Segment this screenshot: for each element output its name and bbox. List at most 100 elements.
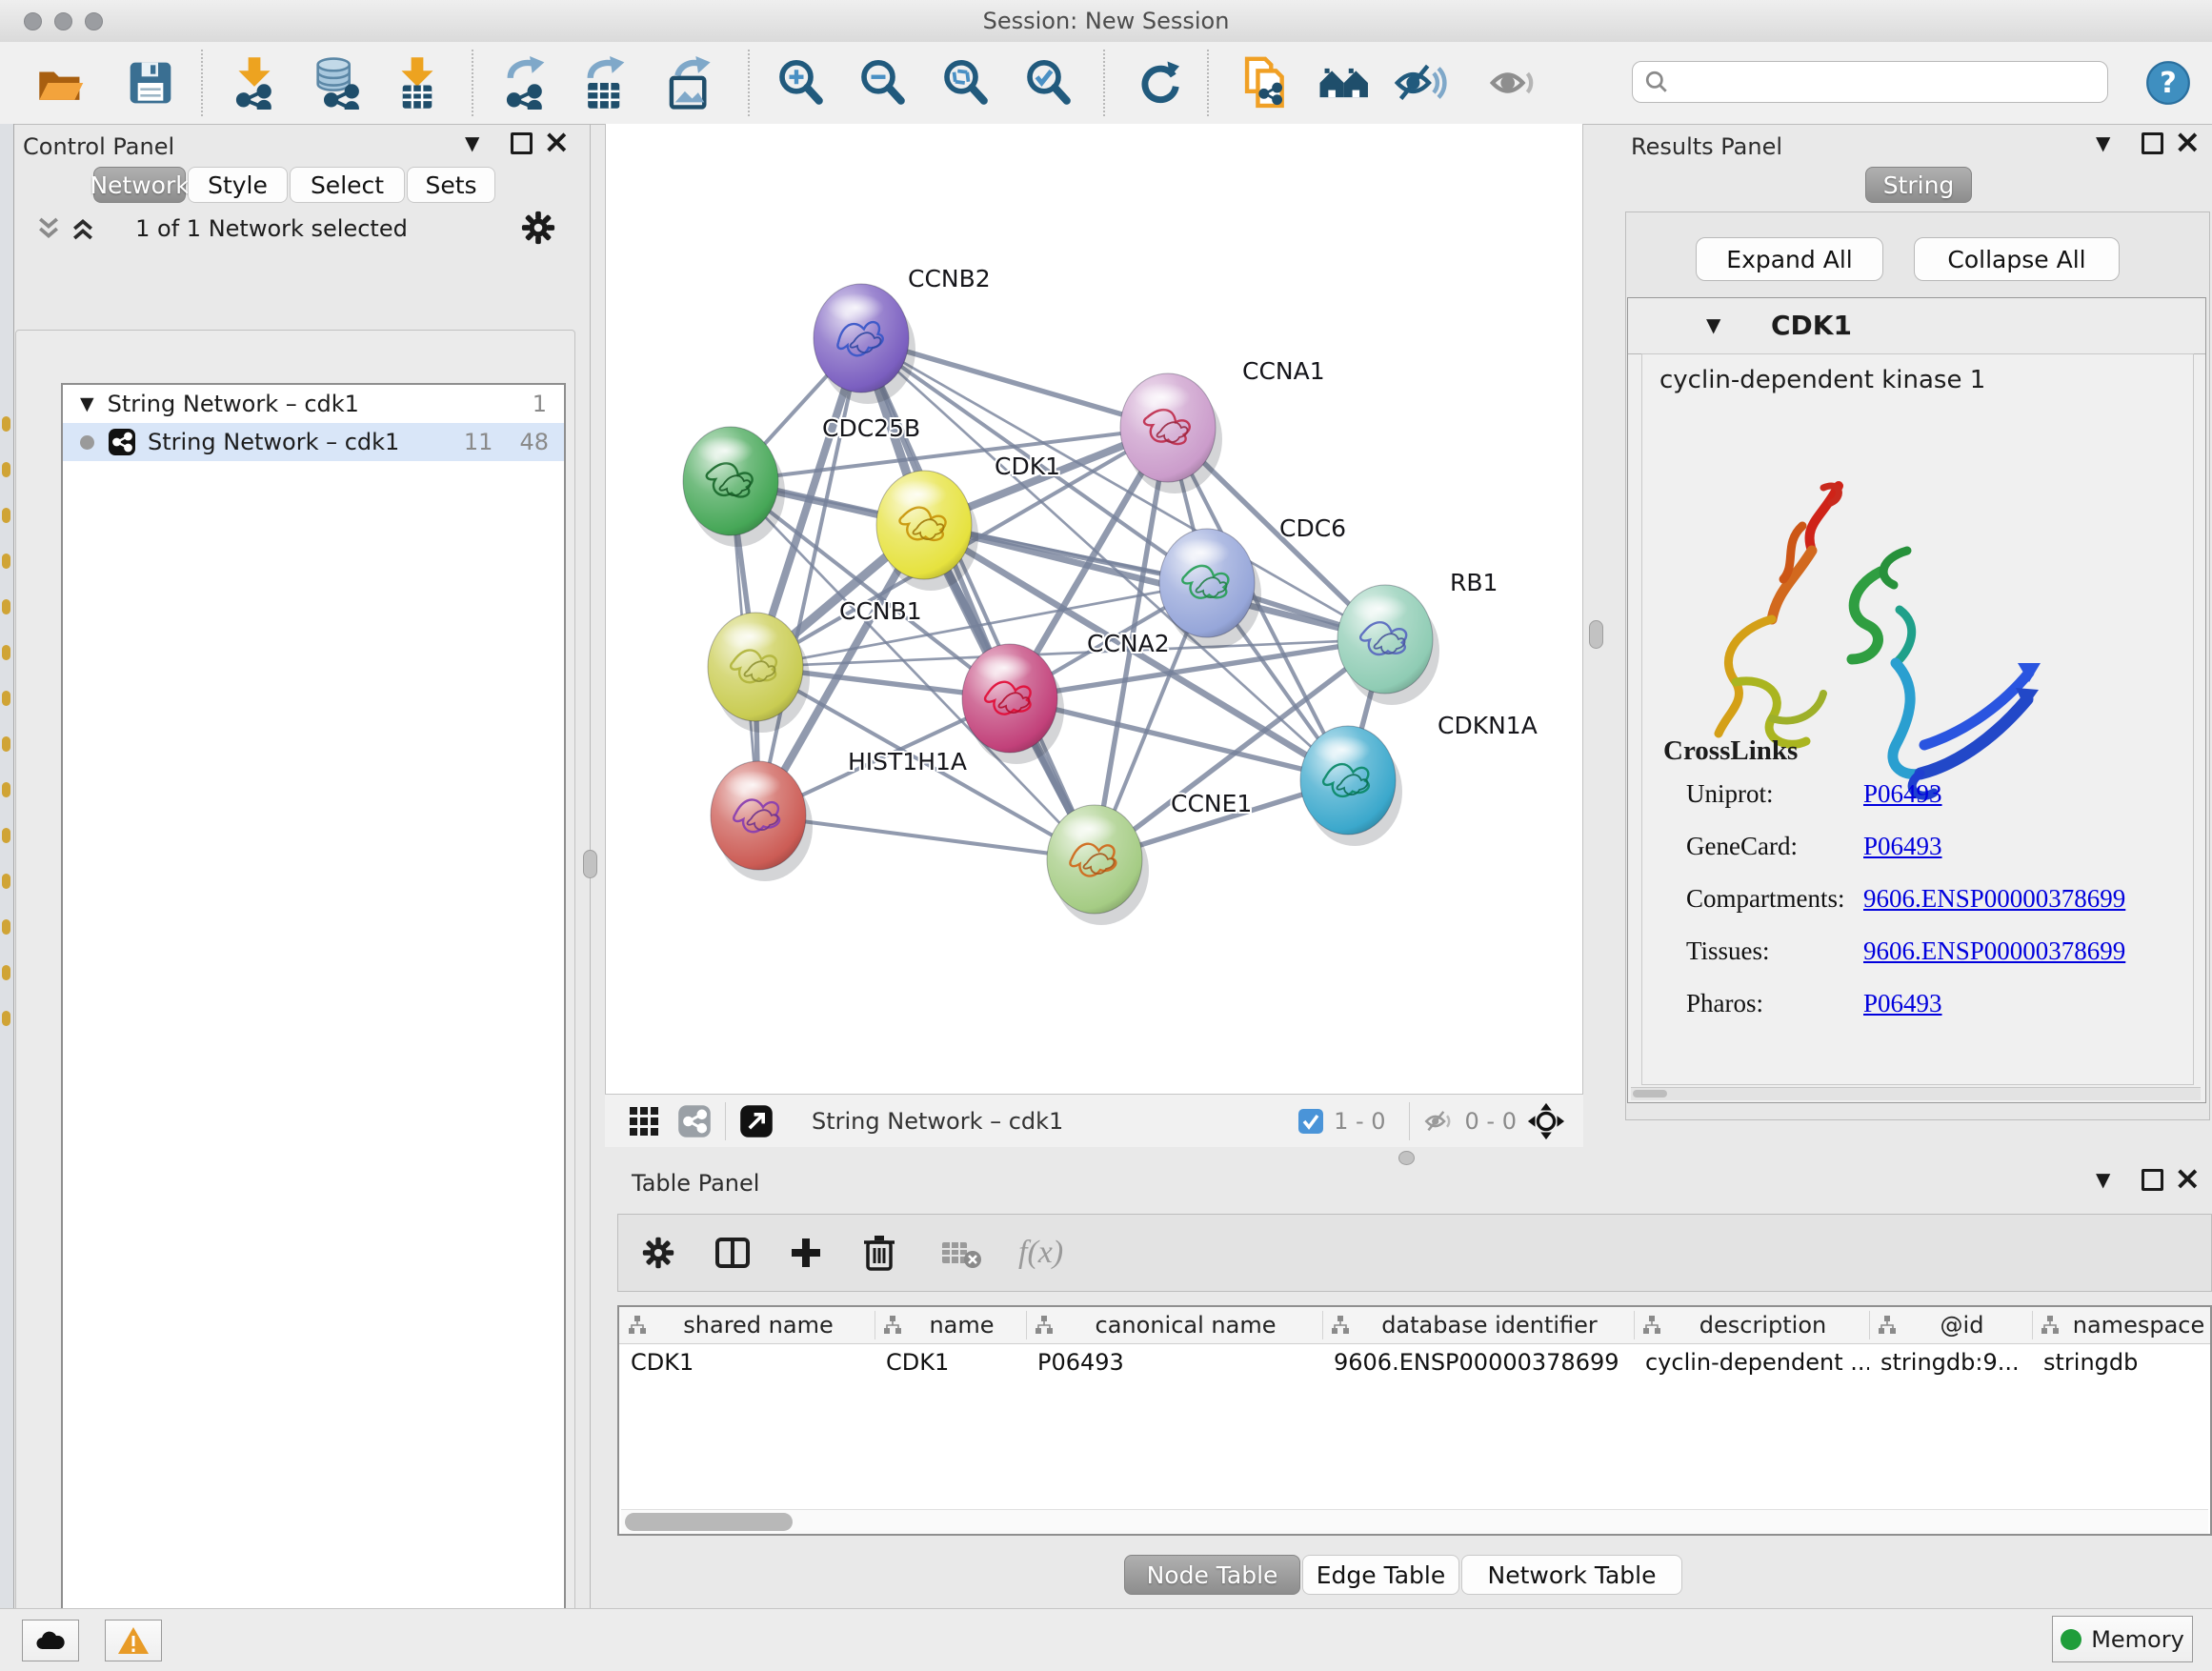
fit-content-button[interactable] bbox=[1526, 1101, 1566, 1141]
tab-network-table[interactable]: Network Table bbox=[1461, 1555, 1682, 1595]
network-node-cdk1[interactable] bbox=[876, 471, 978, 591]
column-header-namespace[interactable]: namespace bbox=[2032, 1307, 2212, 1343]
table-hscrollbar[interactable] bbox=[621, 1509, 2208, 1535]
table-options-button[interactable] bbox=[641, 1236, 675, 1270]
home-button[interactable] bbox=[1317, 51, 1374, 114]
network-node-ccna2[interactable] bbox=[962, 644, 1064, 764]
export-table-button[interactable] bbox=[576, 51, 633, 114]
open-in-window-button[interactable] bbox=[739, 1104, 774, 1138]
refresh-button[interactable] bbox=[1132, 51, 1189, 114]
column-divider[interactable] bbox=[1026, 1311, 1027, 1339]
show-all-button[interactable] bbox=[1486, 51, 1543, 114]
table-hscrollbar-thumb[interactable] bbox=[625, 1513, 793, 1531]
column-header-description[interactable]: description bbox=[1634, 1307, 1869, 1343]
results-panel-maximize-icon[interactable] bbox=[2142, 132, 2163, 154]
tab-sets[interactable]: Sets bbox=[407, 167, 495, 203]
section-collapse-icon[interactable]: ▼ bbox=[1706, 313, 1720, 336]
column-divider[interactable] bbox=[1869, 1311, 1870, 1339]
column-header-sharedname[interactable]: shared name bbox=[619, 1307, 875, 1343]
network-node-ccnb2[interactable] bbox=[814, 284, 915, 404]
hide-selected-button[interactable] bbox=[1392, 51, 1449, 114]
tab-style[interactable]: Style bbox=[188, 167, 288, 203]
import-network-database-button[interactable] bbox=[309, 51, 366, 114]
table-panel-maximize-icon[interactable] bbox=[2142, 1169, 2163, 1191]
network-node-cdc25b[interactable] bbox=[683, 427, 785, 547]
search-input[interactable] bbox=[1677, 70, 2090, 95]
column-header-databaseidentifier[interactable]: database identifier bbox=[1322, 1307, 1634, 1343]
zoom-in-button[interactable] bbox=[773, 51, 830, 114]
delete-column-button[interactable] bbox=[862, 1234, 896, 1272]
import-table-file-button[interactable] bbox=[389, 51, 446, 114]
delete-table-button[interactable] bbox=[940, 1237, 982, 1269]
zoom-out-button[interactable] bbox=[855, 51, 912, 114]
table-cell[interactable]: 9606.ENSP00000378699 bbox=[1322, 1343, 1634, 1381]
crosslink-link[interactable]: P06493 bbox=[1863, 779, 1942, 809]
results-panel-float-icon[interactable]: ▼ bbox=[2096, 133, 2110, 152]
network-node-cdc6[interactable] bbox=[1159, 529, 1261, 649]
network-edge[interactable] bbox=[758, 338, 861, 815]
node-table[interactable]: shared namenamecanonical namedatabase id… bbox=[617, 1305, 2212, 1536]
control-panel-close-icon[interactable]: × bbox=[543, 130, 571, 154]
results-hscrollbar-thumb[interactable] bbox=[1633, 1090, 1667, 1097]
control-panel-float-icon[interactable]: ▼ bbox=[465, 133, 479, 152]
network-canvas[interactable]: CCNB2CCNA1CDC25BCDK1CDC6RB1CCNB1CCNA2CDK… bbox=[605, 124, 1583, 1094]
network-node-ccna1[interactable] bbox=[1120, 373, 1222, 493]
table-cell[interactable]: CDK1 bbox=[875, 1343, 1026, 1381]
table-cell[interactable]: CDK1 bbox=[619, 1343, 875, 1381]
export-image-button[interactable] bbox=[661, 51, 718, 114]
column-header-canonicalname[interactable]: canonical name bbox=[1026, 1307, 1322, 1343]
expand-all-button[interactable]: Expand All bbox=[1696, 237, 1883, 281]
collapse-all-button[interactable]: Collapse All bbox=[1914, 237, 2120, 281]
column-header-id[interactable]: @id bbox=[1869, 1307, 2032, 1343]
open-session-button[interactable] bbox=[31, 51, 89, 114]
birds-eye-view-button[interactable] bbox=[628, 1105, 660, 1137]
export-network-button[interactable] bbox=[496, 51, 553, 114]
warnings-button[interactable] bbox=[105, 1620, 162, 1661]
column-divider[interactable] bbox=[1322, 1311, 1323, 1339]
collapse-all-networks-button[interactable] bbox=[34, 214, 63, 243]
expand-all-networks-button[interactable] bbox=[69, 214, 97, 243]
collection-collapse-icon[interactable]: ▼ bbox=[80, 393, 94, 414]
crosslink-link[interactable]: P06493 bbox=[1863, 832, 1942, 861]
cdk1-section-header[interactable]: ▼ CDK1 bbox=[1628, 298, 2205, 354]
control-panel-maximize-icon[interactable] bbox=[511, 132, 533, 154]
crosslink-link[interactable]: 9606.ENSP00000378699 bbox=[1863, 884, 2125, 914]
table-panel-float-icon[interactable]: ▼ bbox=[2096, 1170, 2110, 1189]
network-node-cdkn1a[interactable] bbox=[1300, 726, 1402, 846]
network-node-rb1[interactable] bbox=[1337, 585, 1439, 705]
tab-network[interactable]: Network bbox=[93, 167, 186, 203]
show-columns-button[interactable] bbox=[714, 1235, 752, 1271]
toolbar-search[interactable] bbox=[1632, 61, 2108, 103]
function-builder-button[interactable]: f(x) bbox=[1018, 1235, 1063, 1271]
memory-button[interactable]: Memory bbox=[2052, 1616, 2193, 1662]
table-cell[interactable]: cyclin-dependent ... bbox=[1634, 1343, 1869, 1381]
table-panel-close-icon[interactable]: × bbox=[2174, 1166, 2202, 1191]
zoom-selected-button[interactable] bbox=[1020, 51, 1077, 114]
right-splitter-handle[interactable] bbox=[1589, 620, 1603, 649]
string-view-button[interactable] bbox=[677, 1104, 712, 1138]
column-divider[interactable] bbox=[2032, 1311, 2033, 1339]
import-network-file-button[interactable] bbox=[226, 51, 283, 114]
tab-select[interactable]: Select bbox=[290, 167, 405, 203]
left-splitter-handle[interactable] bbox=[583, 850, 597, 878]
table-cell[interactable]: stringdb:9... bbox=[1869, 1343, 2032, 1381]
crosslink-link[interactable]: 9606.ENSP00000378699 bbox=[1863, 936, 2125, 966]
save-session-button[interactable] bbox=[122, 51, 179, 114]
tab-string-results[interactable]: String bbox=[1865, 167, 1972, 203]
network-node-ccne1[interactable] bbox=[1047, 805, 1149, 925]
table-cell[interactable]: P06493 bbox=[1026, 1343, 1322, 1381]
create-column-button[interactable] bbox=[788, 1235, 824, 1271]
results-panel-close-icon[interactable]: × bbox=[2174, 130, 2202, 154]
cloud-status-button[interactable] bbox=[22, 1620, 79, 1661]
column-divider[interactable] bbox=[1634, 1311, 1635, 1339]
zoom-fit-button[interactable] bbox=[937, 51, 995, 114]
column-header-name[interactable]: name bbox=[875, 1307, 1026, 1343]
table-cell[interactable]: stringdb bbox=[2032, 1343, 2212, 1381]
results-hscrollbar[interactable] bbox=[1631, 1087, 2201, 1100]
tab-node-table[interactable]: Node Table bbox=[1124, 1555, 1300, 1595]
network-node-hist1h1a[interactable] bbox=[711, 761, 813, 881]
clone-network-button[interactable] bbox=[1237, 51, 1294, 114]
tab-edge-table[interactable]: Edge Table bbox=[1302, 1555, 1459, 1595]
network-options-button[interactable] bbox=[520, 210, 556, 246]
network-row-selected[interactable]: String Network – cdk1 11 48 bbox=[63, 423, 564, 461]
